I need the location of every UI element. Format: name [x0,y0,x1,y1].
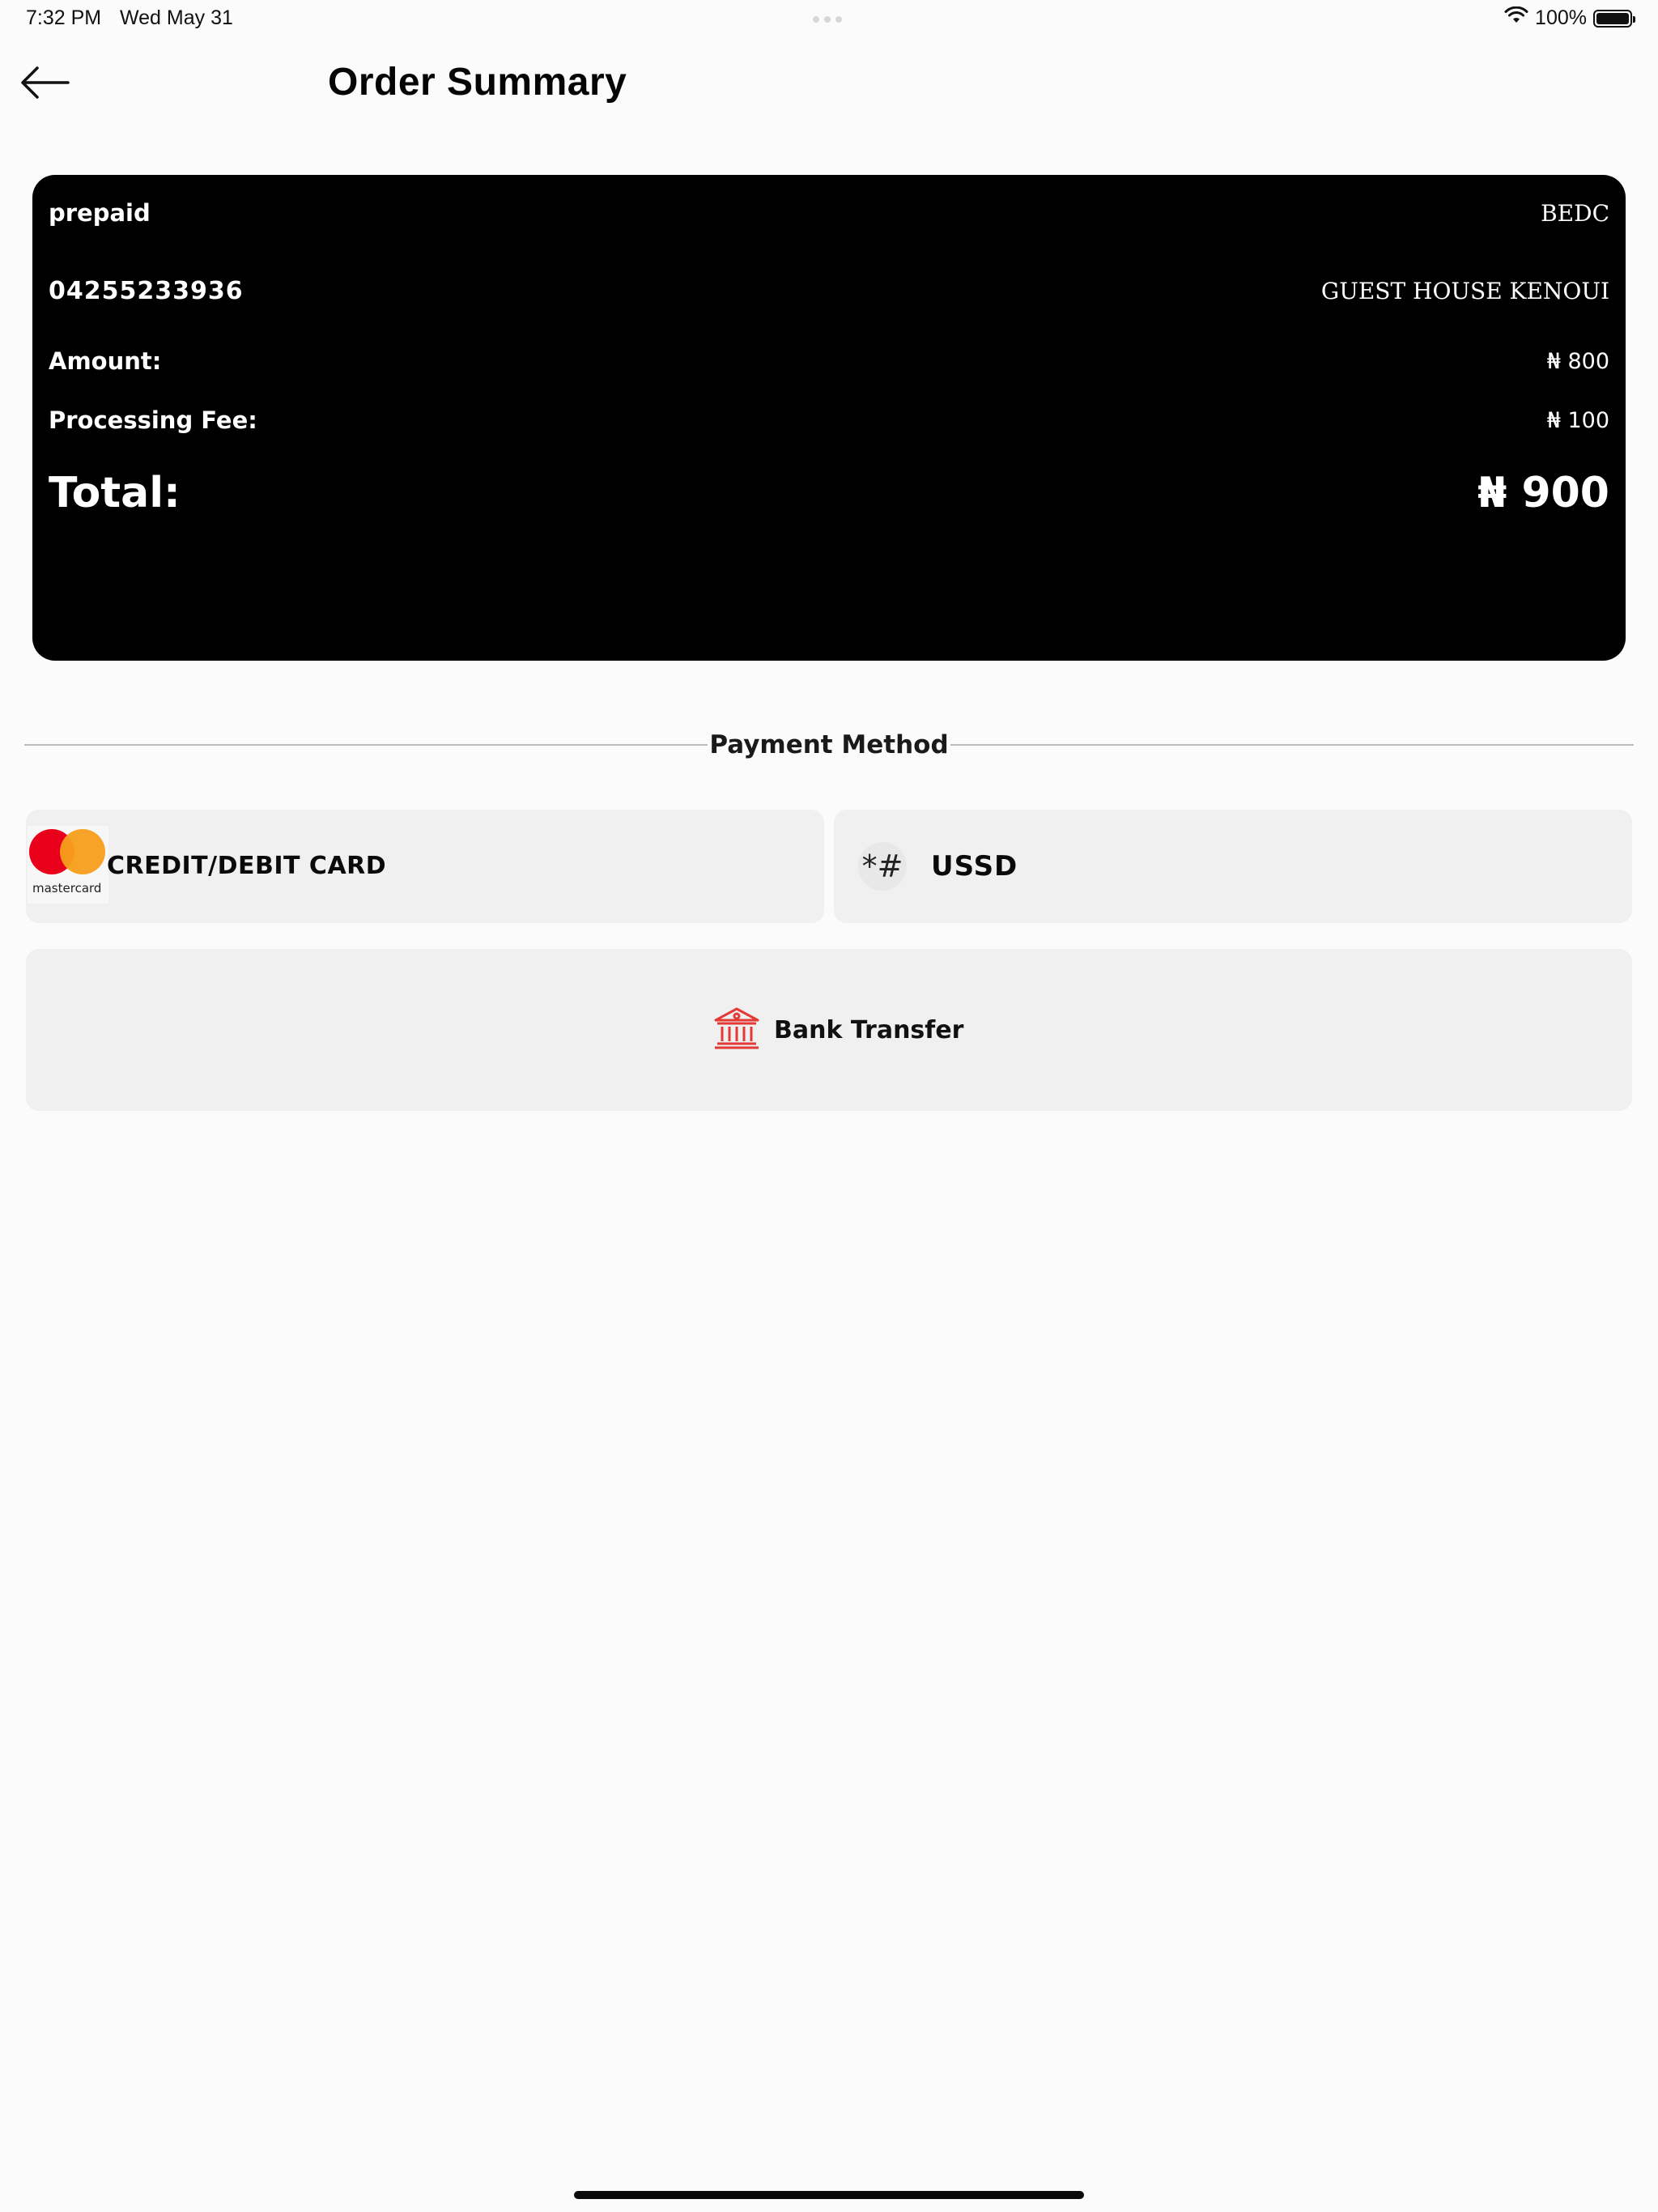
customer-name: GUEST HOUSE KENOUI [1320,277,1609,304]
payment-method-label: Payment Method [709,730,949,759]
amount-value: ₦ 800 [1546,348,1609,374]
bank-option-label: Bank Transfer [774,1016,964,1044]
battery-percent: 100% [1535,6,1587,29]
card-option-label: CREDIT/DEBIT CARD [107,852,387,880]
pay-option-card-button[interactable]: mastercard CREDIT/DEBIT CARD [26,810,824,923]
battery-icon [1593,9,1635,28]
payment-method-divider: Payment Method [24,729,1635,761]
order-summary-card: prepaid BEDC 04255233936 GUEST HOUSE KEN… [32,175,1626,661]
bank-icon [712,1006,761,1055]
wifi-icon [1504,6,1528,30]
divider-line-right [950,744,1635,746]
summary-row-total: Total: ₦ 900 [49,463,1609,523]
bank-option-content: Bank Transfer [712,1006,963,1055]
page-title: Order Summary [328,61,627,104]
summary-row-type: prepaid BEDC [49,193,1609,233]
ussd-icon: *# [858,842,907,891]
fee-value: ₦ 100 [1546,407,1609,433]
summary-row-fee: Processing Fee: ₦ 100 [49,400,1609,440]
provider-name: BEDC [1541,199,1609,227]
status-bar: 7:32 PM Wed May 31 100% [0,0,1658,39]
arrow-left-icon [18,63,71,106]
mastercard-icon: mastercard [28,826,108,904]
multitasking-dots-icon[interactable] [813,16,845,23]
home-indicator[interactable] [574,2191,1084,2199]
status-time: 7:32 PM [26,6,102,29]
summary-row-meter: 04255233936 GUEST HOUSE KENOUI [49,270,1609,311]
total-value: ₦ 900 [1477,469,1609,517]
pay-option-bank-transfer-button[interactable]: Bank Transfer [26,949,1632,1111]
mastercard-logo-text: mastercard [32,881,102,895]
amount-label: Amount: [49,347,162,375]
pay-option-ussd-button[interactable]: *# USSD [834,810,1632,923]
ussd-option-label: USSD [931,850,1018,883]
status-right: 100% [1504,6,1635,30]
summary-row-amount: Amount: ₦ 800 [49,341,1609,381]
back-button[interactable] [16,62,73,107]
meter-number: 04255233936 [49,276,244,305]
meter-type: prepaid [49,199,151,227]
total-label: Total: [49,469,181,517]
fee-label: Processing Fee: [49,406,257,434]
divider-line-left [24,744,708,746]
status-date: Wed May 31 [120,6,233,29]
